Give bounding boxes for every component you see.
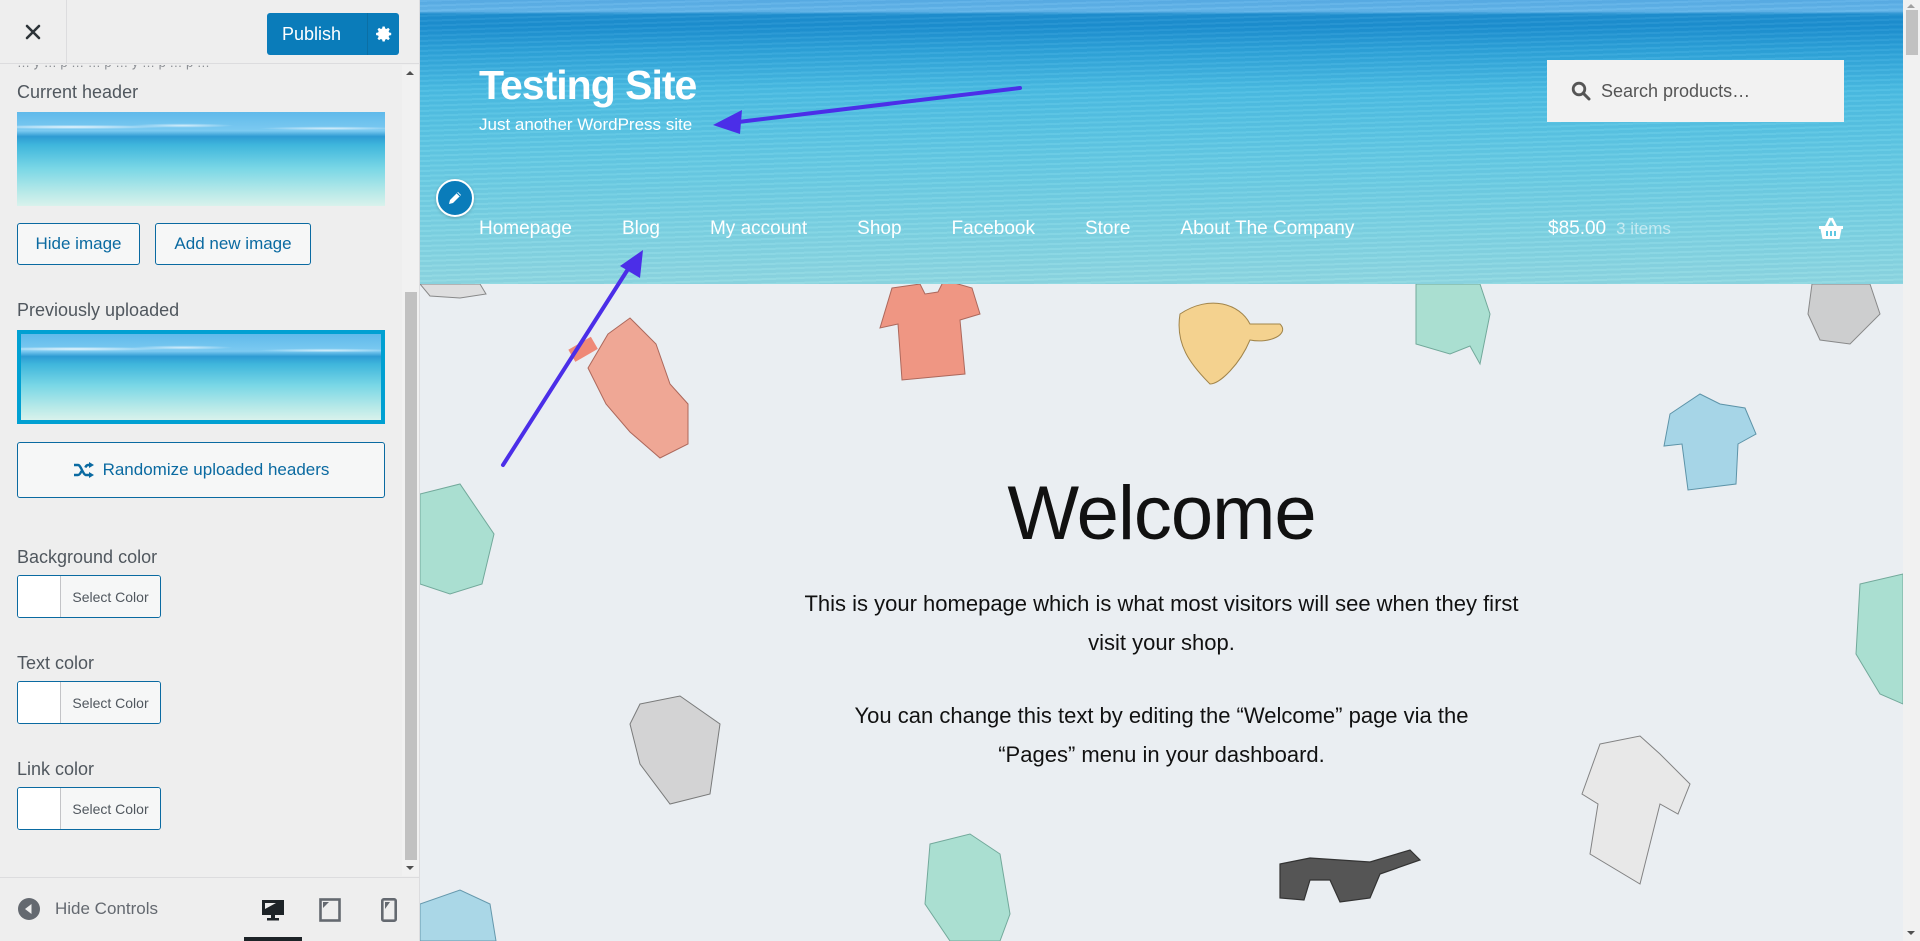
previously-uploaded-section: Previously uploaded Randomize uploaded h… [17,300,385,498]
add-new-image-button[interactable]: Add new image [155,223,311,265]
cart-item-count: 3 items [1616,219,1671,238]
select-color-label: Select Color [61,576,160,617]
hoodie-illustration [568,317,689,459]
cart-total: $85.00 [1548,218,1607,239]
close-customizer-button[interactable] [0,0,67,64]
scrollbar-thumb[interactable] [1906,10,1918,55]
white-tshirt-illustration [1581,735,1691,885]
link-color-label: Link color [17,759,95,779]
current-header-thumbnail [17,112,385,206]
scroll-up-arrow[interactable] [406,71,414,75]
hide-image-button[interactable]: Hide image [17,223,140,265]
hide-controls-button[interactable]: Hide Controls [18,898,158,920]
gray-jacket-illustration [629,695,721,805]
hide-controls-label: Hide Controls [55,899,158,918]
gear-icon [375,26,391,42]
current-header-label: Current header [17,82,139,102]
scroll-down-arrow[interactable] [1907,931,1915,935]
nav-item-shop[interactable]: Shop [857,218,901,240]
color-swatch [18,576,61,617]
publish-button[interactable]: Publish [267,13,368,55]
tshirt-illustration [879,284,981,381]
sidebar-scrollbar[interactable] [402,65,419,876]
randomize-label: Randomize uploaded headers [102,460,330,479]
select-color-label: Select Color [61,788,160,829]
primary-navigation: Homepage Blog My account Shop Facebook S… [479,218,1404,240]
desktop-icon [262,900,284,921]
scrollbar-thumb[interactable] [405,292,417,860]
scroll-down-arrow[interactable] [406,866,414,870]
mobile-icon [381,898,397,922]
pencil-icon [449,192,461,204]
product-search[interactable] [1547,60,1844,122]
page-content: Welcome This is your homepage which is w… [420,284,1903,941]
text-color-picker[interactable]: Select Color [17,681,161,724]
preview-desktop-button[interactable] [244,892,302,941]
green-hoodie-right [1855,573,1903,705]
randomize-headers-button[interactable]: Randomize uploaded headers [17,442,385,498]
site-header: Testing Site Just another WordPress site… [420,0,1903,284]
shuffle-icon [73,462,94,478]
text-color-section: Text color Select Color [17,653,161,724]
gray-shirt-top-left [420,284,487,299]
nav-item-facebook[interactable]: Facebook [952,218,1035,240]
link-color-picker[interactable]: Select Color [17,787,161,830]
sweater-illustration [1415,284,1491,366]
background-color-section: Background color Select Color [17,547,161,618]
welcome-paragraph-2: You can change this text by editing the … [854,703,1469,767]
blue-shirt-bottom-left [420,889,497,941]
collapse-arrow-icon [18,898,40,920]
color-swatch [18,682,61,723]
search-icon [1571,81,1591,101]
color-swatch [18,788,61,829]
preview-tablet-button[interactable] [306,892,354,928]
sidebar-header: Publish [0,0,419,64]
green-jacket-bottom [924,833,1011,941]
site-branding: Testing Site Just another WordPress site [479,62,697,135]
background-color-label: Background color [17,547,158,567]
previously-uploaded-label: Previously uploaded [17,300,180,320]
uploaded-header-thumbnail[interactable] [17,330,385,424]
background-color-picker[interactable]: Select Color [17,575,161,618]
edit-shortcut-button[interactable] [436,179,474,217]
cap-illustration [1178,302,1283,385]
sidebar-scroll-area: … y … p … … p … y … p … p … Current head… [0,65,419,876]
welcome-title: Welcome [1007,471,1316,556]
preview-scrollbar[interactable] [1903,0,1920,941]
nav-item-homepage[interactable]: Homepage [479,218,572,240]
select-color-label: Select Color [61,682,160,723]
site-description: Just another WordPress site [479,115,693,134]
search-input[interactable] [1601,80,1831,102]
site-title[interactable]: Testing Site [479,62,697,109]
current-header-section: Current header Hide image Add new image [17,82,385,265]
close-icon [25,24,41,40]
preview-mobile-button[interactable] [365,892,413,928]
cart-link[interactable]: $85.00 3 items [1548,218,1671,240]
sidebar-footer: Hide Controls [0,877,419,941]
nav-item-my-account[interactable]: My account [710,218,807,240]
sunglasses-illustration [1279,849,1422,903]
truncated-description: … y … p … … p … y … p … p … [17,65,210,70]
tablet-icon [319,898,341,922]
scroll-up-arrow[interactable] [1907,4,1915,8]
welcome-paragraph-1: This is your homepage which is what most… [804,591,1519,655]
publish-settings-button[interactable] [367,13,400,55]
cart-basket-button[interactable] [1818,217,1844,246]
nav-item-blog[interactable]: Blog [622,218,660,240]
basket-icon [1819,217,1843,239]
nav-item-store[interactable]: Store [1085,218,1130,240]
link-color-section: Link color Select Color [17,759,161,830]
customizer-sidebar: Publish … y … p … … p … y … p … p … Curr… [0,0,420,941]
publish-group: Publish [267,13,400,55]
nav-item-about-the-company[interactable]: About The Company [1180,218,1354,240]
text-color-label: Text color [17,653,95,673]
gray-hoodie-top-right [1807,284,1881,345]
site-preview: Testing Site Just another WordPress site… [420,0,1903,941]
